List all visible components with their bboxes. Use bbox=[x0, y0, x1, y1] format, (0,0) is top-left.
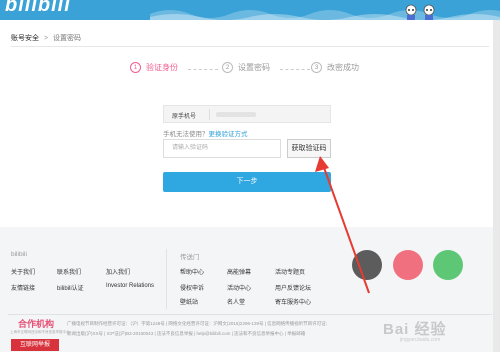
page: bilibili 账号安全 > 设置密码 1 验证身份 2 设置密码 3 改密成… bbox=[0, 0, 500, 352]
footer-link[interactable]: 侵权申诉 bbox=[180, 283, 204, 292]
phone-label: 原手机号 bbox=[172, 114, 197, 120]
footer-link[interactable]: 关于我们 bbox=[11, 267, 35, 276]
phone-unavailable-hint: 手机无法使用？更换验证方式 bbox=[163, 128, 248, 138]
footer-link[interactable]: bilibili认证 bbox=[57, 283, 84, 292]
chevron-right-icon: > bbox=[43, 35, 49, 42]
verification-code-input[interactable]: 请输入验证码 bbox=[163, 139, 281, 158]
scrollbar[interactable] bbox=[493, 20, 500, 352]
mascot-icon bbox=[405, 4, 435, 20]
wechat-icon[interactable] bbox=[433, 250, 463, 280]
original-phone-field: 原手机号 bbox=[163, 105, 331, 123]
footer-divider bbox=[8, 314, 492, 315]
footer-column-divider bbox=[166, 249, 167, 309]
partner-org-subtitle: 上海市互联网违法和不良信息举报中心 bbox=[10, 330, 70, 334]
footer-link[interactable]: 用户反馈论坛 bbox=[275, 283, 311, 292]
breadcrumb: 账号安全 > 设置密码 bbox=[11, 33, 81, 43]
partner-org-title: 合作机构 bbox=[18, 319, 55, 329]
footer-link[interactable]: 壁纸站 bbox=[180, 297, 198, 306]
field-divider bbox=[209, 109, 210, 120]
banner-decoration bbox=[150, 10, 500, 20]
change-verification-link[interactable]: 更换验证方式 bbox=[209, 131, 248, 138]
step-number: 2 bbox=[222, 62, 233, 73]
footer-link[interactable]: 帮助中心 bbox=[180, 267, 204, 276]
get-code-button[interactable]: 获取验证码 bbox=[287, 139, 331, 158]
step-indicator: 1 验证身份 2 设置密码 3 改密成功 bbox=[130, 62, 370, 78]
footer-link[interactable]: 加入我们 bbox=[106, 267, 130, 276]
footer-link[interactable]: 名人堂 bbox=[227, 297, 245, 306]
step-set-password: 2 设置密码 bbox=[222, 62, 270, 73]
license-text: 广播电视节目制作经营许可证：（沪）字第1248号 | 网络文化经营许可证：沪网文… bbox=[67, 321, 331, 326]
license-text: 新闻出版(沪)XX号 | ICP证(沪)B2-20100043 | 违法不良信息… bbox=[67, 331, 306, 336]
step-number: 1 bbox=[130, 62, 141, 73]
report-badge[interactable]: 互联网举报 bbox=[11, 339, 59, 351]
footer-link[interactable]: 联系我们 bbox=[57, 267, 81, 276]
step-password-changed: 3 改密成功 bbox=[311, 62, 359, 73]
masked-phone-number bbox=[216, 112, 256, 117]
step-number: 3 bbox=[311, 62, 322, 73]
step-label: 改密成功 bbox=[327, 63, 359, 72]
next-step-button[interactable]: 下一步 bbox=[163, 172, 331, 192]
bilibili-logo[interactable]: bilibili bbox=[5, 0, 71, 17]
step-connector bbox=[188, 69, 218, 70]
footer-link[interactable]: Investor Relations bbox=[106, 283, 154, 289]
footer-link[interactable]: 活动中心 bbox=[227, 283, 251, 292]
app-qr-icon[interactable] bbox=[352, 250, 382, 280]
top-banner: bilibili bbox=[0, 0, 500, 20]
watermark-url: jingyan.baidu.com bbox=[400, 337, 441, 343]
step-label: 设置密码 bbox=[238, 63, 270, 72]
footer-link[interactable]: 高能弹幕 bbox=[227, 267, 251, 276]
footer-col2-title: 传送门 bbox=[180, 254, 200, 261]
step-verify-identity: 1 验证身份 bbox=[130, 62, 178, 73]
footer-link[interactable]: 友情链接 bbox=[11, 283, 35, 292]
footer-col1-title: bilibili bbox=[11, 251, 27, 258]
breadcrumb-current: 设置密码 bbox=[53, 35, 81, 42]
footer-link[interactable]: 活动专题页 bbox=[275, 267, 305, 276]
baidu-jingyan-watermark: Bai 经验 bbox=[383, 321, 447, 338]
hint-text: 手机无法使用？ bbox=[163, 131, 209, 138]
breadcrumb-divider bbox=[11, 46, 489, 47]
step-connector bbox=[280, 69, 310, 70]
footer-link[interactable]: 寄车服务中心 bbox=[275, 297, 311, 306]
step-label: 验证身份 bbox=[146, 63, 178, 72]
weibo-icon[interactable] bbox=[393, 250, 423, 280]
breadcrumb-root[interactable]: 账号安全 bbox=[11, 35, 39, 42]
